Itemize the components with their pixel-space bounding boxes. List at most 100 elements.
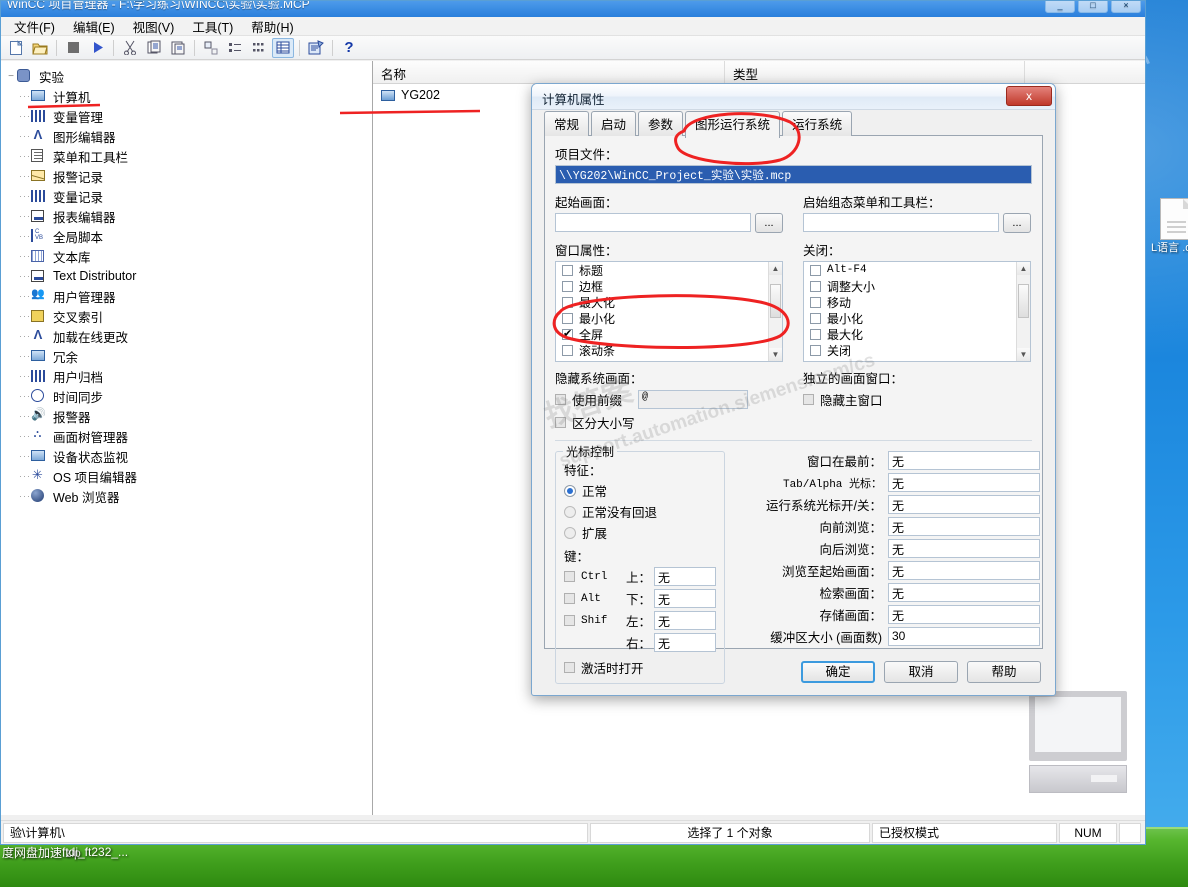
sidebar-item-cross-reference[interactable]: ··· 交叉索引 [5, 306, 372, 326]
field-input[interactable]: 无 [888, 539, 1040, 558]
project-tree[interactable]: − 实验 ··· 计算机 ··· 变量管理 ··· Λ 图形编辑器 ··· 菜单… [1, 61, 373, 815]
menu-file[interactable]: 文件(F) [5, 15, 64, 38]
column-header-name[interactable]: 名称 [373, 61, 725, 83]
list-item[interactable]: 最大化 [804, 326, 1030, 342]
scroll-up-icon[interactable]: ▲ [769, 262, 782, 275]
close-icon[interactable]: x [1006, 86, 1052, 106]
checkbox[interactable] [810, 312, 821, 324]
down-input[interactable]: 无 [654, 589, 716, 608]
sidebar-item-load-online-changes[interactable]: ··· Λ 加载在线更改 [5, 326, 372, 346]
list-item[interactable]: 全屏 [556, 326, 782, 342]
help-icon[interactable]: ? [338, 38, 360, 58]
scroll-thumb[interactable] [770, 284, 781, 318]
start-picture-input[interactable] [555, 213, 751, 232]
open-icon[interactable] [29, 38, 51, 58]
checkbox[interactable] [562, 280, 573, 292]
cancel-button[interactable]: 取消 [884, 661, 958, 683]
window-attributes-list[interactable]: 标题 边框 最大化 最小化 全屏 滚动条 ▲ ▼ [555, 261, 783, 362]
sidebar-item-user-administrator[interactable]: ··· 👥 用户管理器 [5, 286, 372, 306]
tab-graphics-runtime[interactable]: 图形运行系统 [685, 111, 781, 138]
properties-icon[interactable] [305, 38, 327, 58]
sidebar-item-text-distributor[interactable]: ··· Text Distributor [5, 266, 372, 286]
scrollbar[interactable]: ▲ ▼ [1016, 262, 1030, 361]
checkbox[interactable] [562, 312, 573, 324]
sidebar-item-report-designer[interactable]: ··· 报表编辑器 [5, 206, 372, 226]
right-input[interactable]: 无 [654, 633, 716, 652]
sidebar-item-os-project-editor[interactable]: ··· ✳ OS 项目编辑器 [5, 466, 372, 486]
field-input[interactable]: 无 [888, 473, 1040, 492]
paste-icon[interactable] [167, 38, 189, 58]
shift-checkbox[interactable] [564, 615, 575, 626]
open-on-activate-checkbox[interactable] [564, 662, 575, 673]
sidebar-item-global-script[interactable]: ··· C VB 全局脚本 [5, 226, 372, 246]
checkbox[interactable] [562, 264, 573, 276]
left-input[interactable]: 无 [654, 611, 716, 630]
radio-normal-no-rollback[interactable] [564, 505, 576, 518]
menu-help[interactable]: 帮助(H) [242, 15, 302, 38]
checkbox[interactable] [810, 344, 821, 356]
activate-icon[interactable] [86, 38, 108, 58]
use-prefix-checkbox[interactable] [555, 394, 566, 405]
checkbox[interactable] [810, 264, 821, 276]
sidebar-item-tag-logging[interactable]: ··· 变量记录 [5, 186, 372, 206]
menu-edit[interactable]: 编辑(E) [64, 15, 124, 38]
help-button[interactable]: 帮助 [967, 661, 1041, 683]
field-input[interactable]: 无 [888, 605, 1040, 624]
alt-checkbox[interactable] [564, 593, 575, 604]
cut-icon[interactable] [119, 38, 141, 58]
status-resize-grip[interactable] [1119, 822, 1141, 843]
tree-root-实验[interactable]: − 实验 [5, 66, 372, 86]
scroll-thumb[interactable] [1018, 284, 1029, 318]
list-item[interactable]: 边框 [556, 278, 782, 294]
case-sensitive-checkbox[interactable] [555, 417, 566, 428]
list-item[interactable]: 关闭 [804, 342, 1030, 358]
column-header-type[interactable]: 类型 [725, 61, 1025, 83]
sidebar-item-web-navigator[interactable]: ··· Web 浏览器 [5, 486, 372, 506]
checkbox[interactable] [562, 344, 573, 356]
tab-runtime[interactable]: 运行系统 [782, 111, 853, 136]
scroll-up-icon[interactable]: ▲ [1017, 262, 1030, 275]
minimize-button[interactable]: _ [1045, 1, 1075, 13]
stop-icon[interactable] [62, 38, 84, 58]
list-item[interactable]: 最小化 [556, 310, 782, 326]
field-input[interactable]: 无 [888, 583, 1040, 602]
menu-view[interactable]: 视图(V) [124, 15, 184, 38]
menu-tools[interactable]: 工具(T) [183, 15, 242, 38]
expander-icon[interactable]: − [5, 71, 17, 82]
checkbox[interactable] [810, 328, 821, 340]
field-input[interactable]: 无 [888, 561, 1040, 580]
scroll-down-icon[interactable]: ▼ [1017, 348, 1030, 361]
small-icons-icon[interactable] [224, 38, 246, 58]
close-button[interactable]: × [1111, 1, 1141, 13]
tab-parameters[interactable]: 参数 [638, 111, 684, 136]
sidebar-item-menu-toolbar[interactable]: ··· 菜单和工具栏 [5, 146, 372, 166]
sidebar-item-picture-tree-manager[interactable]: ··· ⛬ 画面树管理器 [5, 426, 372, 446]
project-file-field[interactable]: \\YG202\WinCC_Project_实验\实验.mcp [555, 165, 1032, 184]
ctrl-checkbox[interactable] [564, 571, 575, 582]
start-picture-browse-button[interactable]: ... [755, 213, 783, 233]
sidebar-item-alarm-logging[interactable]: ··· 报警记录 [5, 166, 372, 186]
prefix-input[interactable]: @ [638, 390, 749, 409]
large-icons-icon[interactable] [200, 38, 222, 58]
sidebar-item-redundancy[interactable]: ··· 冗余 [5, 346, 372, 366]
list-item[interactable]: 最小化 [804, 310, 1030, 326]
list-item[interactable]: Alt-F4 [804, 262, 1030, 278]
start-menu-toolbar-browse-button[interactable]: ... [1003, 213, 1031, 233]
list-item[interactable]: 滚动条 [556, 342, 782, 358]
details-icon[interactable] [272, 37, 294, 58]
sidebar-item-device-status[interactable]: ··· 设备状态监视 [5, 446, 372, 466]
radio-extended[interactable] [564, 526, 576, 539]
sidebar-item-user-archive[interactable]: ··· 用户归档 [5, 366, 372, 386]
field-input[interactable]: 无 [888, 451, 1040, 470]
list-item[interactable]: 标题 [556, 262, 782, 278]
sidebar-item-time-synchronization[interactable]: ··· 时间同步 [5, 386, 372, 406]
up-input[interactable]: 无 [654, 567, 716, 586]
new-icon[interactable] [5, 38, 27, 58]
tab-general[interactable]: 常规 [544, 111, 590, 136]
tab-startup[interactable]: 启动 [591, 111, 637, 136]
hide-main-window-checkbox[interactable] [803, 394, 814, 405]
close-options-list[interactable]: Alt-F4 调整大小 移动 最小化 最大化 关闭 ▲ ▼ [803, 261, 1031, 362]
sidebar-item-text-library[interactable]: ··· 文本库 [5, 246, 372, 266]
checkbox[interactable] [810, 280, 821, 292]
start-menu-toolbar-input[interactable] [803, 213, 999, 232]
